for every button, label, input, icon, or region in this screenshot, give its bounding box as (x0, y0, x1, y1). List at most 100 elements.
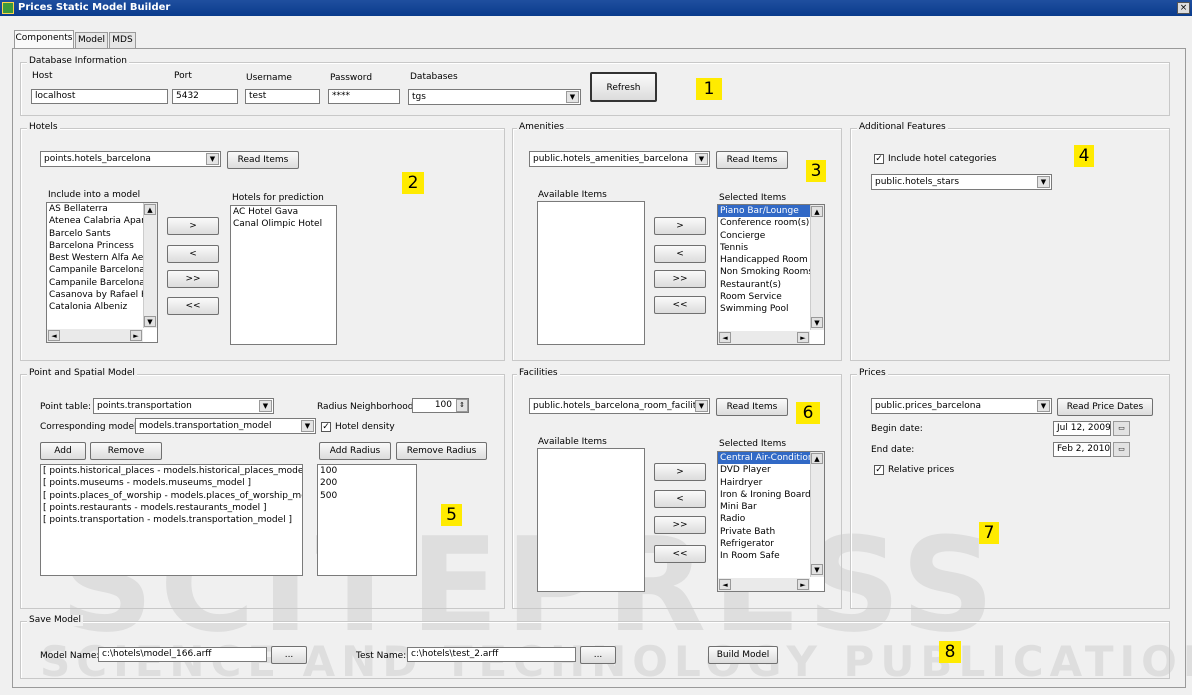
arrow-right-icon[interactable]: ► (130, 330, 142, 341)
prediction-hotels-list[interactable]: AC Hotel Gava Canal Olimpic Hotel (230, 205, 337, 345)
arrow-down-icon[interactable]: ▼ (144, 316, 156, 327)
include-list-scrollbar[interactable] (143, 203, 157, 328)
hotels-add-button[interactable]: > (167, 217, 219, 235)
end-date-input[interactable]: Feb 2, 2010 (1053, 442, 1111, 457)
list-item[interactable]: Private Bath (718, 526, 824, 538)
add-model-button[interactable]: Add (40, 442, 86, 460)
tab-model[interactable]: Model (75, 32, 108, 48)
add-radius-button[interactable]: Add Radius (319, 442, 391, 460)
list-item[interactable]: Radio (718, 513, 824, 525)
list-item[interactable]: [ points.transportation - models.transpo… (41, 514, 302, 526)
radius-list[interactable]: 100 200 500 (317, 464, 417, 576)
facilities-available-list[interactable] (537, 448, 645, 592)
list-item[interactable]: Non Smoking Rooms (718, 266, 824, 278)
calendar-icon[interactable]: ▭ (1113, 442, 1130, 457)
facilities-remove-all-button[interactable]: << (654, 545, 706, 563)
hotels-remove-button[interactable]: < (167, 245, 219, 263)
hotels-table-select[interactable]: points.hotels_barcelona ▼ (40, 151, 221, 167)
list-item[interactable]: [ points.museums - models.museums_model … (41, 477, 302, 489)
facilities-selected-list[interactable]: Central Air-Conditioning DVD Player Hair… (717, 451, 825, 592)
amenities-remove-all-button[interactable]: << (654, 296, 706, 314)
facilities-read-items-button[interactable]: Read Items (716, 398, 788, 416)
test-name-input[interactable]: c:\hotels\test_2.arff (407, 647, 576, 662)
list-item[interactable]: Refrigerator (718, 538, 824, 550)
list-item[interactable]: Concierge (718, 230, 824, 242)
list-item[interactable]: Hairdryer (718, 477, 824, 489)
read-price-dates-button[interactable]: Read Price Dates (1057, 398, 1153, 416)
amenities-selected-list[interactable]: Piano Bar/Lounge Conference room(s) Conc… (717, 204, 825, 345)
list-item[interactable]: AS Bellaterra (47, 203, 157, 215)
spatial-models-list[interactable]: [ points.historical_places - models.hist… (40, 464, 303, 576)
arrow-right-icon[interactable]: ► (797, 579, 809, 590)
spinner-icon[interactable]: ⇕ (456, 399, 468, 412)
amenities-table-select[interactable]: public.hotels_amenities_barcelona ▼ (529, 151, 710, 167)
hotels-remove-all-button[interactable]: << (167, 297, 219, 315)
arrow-up-icon[interactable]: ▲ (811, 453, 823, 464)
list-item[interactable]: Barcelona Princess (47, 240, 157, 252)
list-item[interactable]: Mini Bar (718, 501, 824, 513)
facilities-list-scrollbar[interactable] (810, 452, 824, 577)
facilities-table-select[interactable]: public.hotels_barcelona_room_facility ▼ (529, 398, 710, 414)
list-item[interactable]: 200 (318, 477, 416, 489)
list-item[interactable]: Casanova by Rafael Ho (47, 289, 157, 301)
arrow-left-icon[interactable]: ◄ (48, 330, 60, 341)
port-input[interactable]: 5432 (172, 89, 238, 104)
amenities-available-list[interactable] (537, 201, 645, 345)
facilities-remove-button[interactable]: < (654, 490, 706, 508)
amenities-add-all-button[interactable]: >> (654, 270, 706, 288)
hotel-density-checkbox[interactable]: ✓ (321, 422, 331, 432)
list-item[interactable]: [ points.restaurants - models.restaurant… (41, 502, 302, 514)
list-item[interactable]: Catalonia Albeniz (47, 301, 157, 313)
facilities-add-button[interactable]: > (654, 463, 706, 481)
databases-select[interactable]: tgs ▼ (408, 89, 581, 105)
list-item[interactable]: [ points.places_of_worship - models.plac… (41, 490, 302, 502)
list-item[interactable]: Tennis (718, 242, 824, 254)
arrow-up-icon[interactable]: ▲ (811, 206, 823, 217)
browse-model-button[interactable]: ... (271, 646, 307, 664)
list-item[interactable]: Swimming Pool (718, 303, 824, 315)
arrow-left-icon[interactable]: ◄ (719, 579, 731, 590)
list-item[interactable]: Restaurant(s) (718, 279, 824, 291)
remove-model-button[interactable]: Remove (90, 442, 162, 460)
close-button[interactable]: × (1177, 2, 1190, 14)
include-hotels-list[interactable]: AS Bellaterra Atenea Calabria Aparta Bar… (46, 202, 158, 343)
point-table-select[interactable]: points.transportation ▼ (93, 398, 274, 414)
include-hotel-categories-checkbox[interactable]: ✓ (874, 154, 884, 164)
relative-prices-checkbox[interactable]: ✓ (874, 465, 884, 475)
list-item[interactable]: Canal Olimpic Hotel (231, 218, 336, 230)
list-item[interactable]: [ points.historical_places - models.hist… (41, 465, 302, 477)
list-item[interactable]: Campanile Barcelona Su (47, 277, 157, 289)
remove-radius-button[interactable]: Remove Radius (396, 442, 487, 460)
tab-mds[interactable]: MDS (109, 32, 136, 48)
arrow-down-icon[interactable]: ▼ (811, 564, 823, 575)
prices-table-select[interactable]: public.prices_barcelona ▼ (871, 398, 1052, 414)
list-item[interactable]: Room Service (718, 291, 824, 303)
list-item[interactable]: Campanile Barcelona (47, 264, 157, 276)
include-list-hscrollbar[interactable] (47, 329, 143, 342)
list-item[interactable]: 500 (318, 490, 416, 502)
amenities-list-scrollbar[interactable] (810, 205, 824, 330)
password-input[interactable]: **** (328, 89, 400, 104)
amenities-add-button[interactable]: > (654, 217, 706, 235)
build-model-button[interactable]: Build Model (708, 646, 778, 664)
arrow-up-icon[interactable]: ▲ (144, 204, 156, 215)
hotels-add-all-button[interactable]: >> (167, 270, 219, 288)
amenities-remove-button[interactable]: < (654, 245, 706, 263)
list-item[interactable]: In Room Safe (718, 550, 824, 562)
list-item[interactable]: Conference room(s) (718, 217, 824, 229)
amenities-read-items-button[interactable]: Read Items (716, 151, 788, 169)
browse-test-button[interactable]: ... (580, 646, 616, 664)
calendar-icon[interactable]: ▭ (1113, 421, 1130, 436)
refresh-button[interactable]: Refresh (590, 72, 657, 102)
arrow-left-icon[interactable]: ◄ (719, 332, 731, 343)
hotels-read-items-button[interactable]: Read Items (227, 151, 299, 169)
arrow-right-icon[interactable]: ► (797, 332, 809, 343)
list-item[interactable]: Barcelo Sants (47, 228, 157, 240)
facilities-add-all-button[interactable]: >> (654, 516, 706, 534)
begin-date-input[interactable]: Jul 12, 2009 (1053, 421, 1111, 436)
username-input[interactable]: test (245, 89, 320, 104)
corresponding-model-select[interactable]: models.transportation_model ▼ (135, 418, 316, 434)
arrow-down-icon[interactable]: ▼ (811, 317, 823, 328)
list-item[interactable]: DVD Player (718, 464, 824, 476)
list-item[interactable]: Handicapped Room (718, 254, 824, 266)
